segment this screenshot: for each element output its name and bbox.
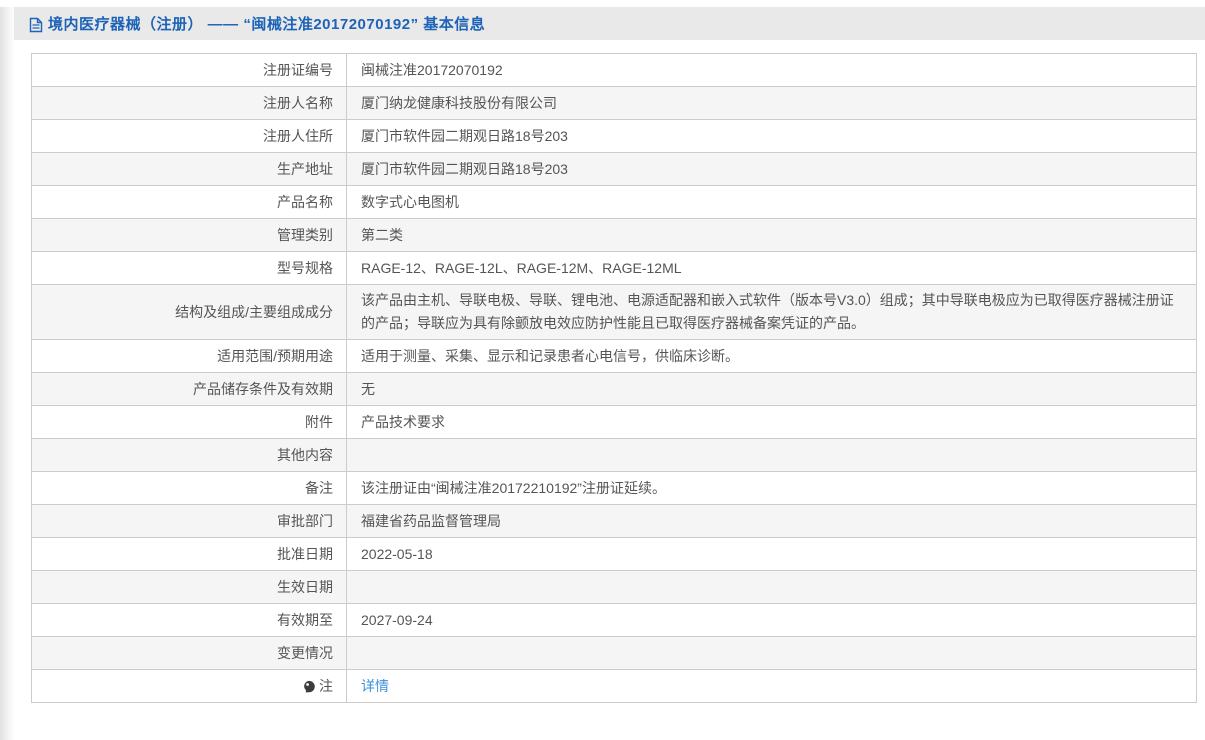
row-label-text: 适用范围/预期用途 [217,348,333,364]
row-label-text: 注 [319,678,333,694]
row-value: 厦门市软件园二期观日路18号203 [347,153,1197,186]
row-value: 无 [347,373,1197,406]
row-label-text: 注册证编号 [263,62,333,78]
row-label: 变更情况 [32,637,347,670]
row-label: 产品储存条件及有效期 [32,373,347,406]
row-label: 型号规格 [32,252,347,285]
row-label: 适用范围/预期用途 [32,340,347,373]
row-label-text: 变更情况 [277,645,333,661]
header-bar: 境内医疗器械（注册） —— “闽械注准20172070192” 基本信息 [14,7,1205,40]
table-row: 变更情况 [32,637,1197,670]
row-value: 2027-09-24 [347,604,1197,637]
row-label: 注册人名称 [32,87,347,120]
row-value [347,637,1197,670]
row-label-text: 产品名称 [277,194,333,210]
table-row: 适用范围/预期用途 适用于测量、采集、显示和记录患者心电信号，供临床诊断。 [32,340,1197,373]
row-value [347,571,1197,604]
info-table-body: 注册证编号 闽械注准20172070192 注册人名称 厦门纳龙健康科技股份有限… [32,54,1197,703]
row-label: 生效日期 [32,571,347,604]
row-label: 附件 [32,406,347,439]
row-label: 有效期至 [32,604,347,637]
table-row: 附件 产品技术要求 [32,406,1197,439]
row-label-text: 其他内容 [277,447,333,463]
row-label: 产品名称 [32,186,347,219]
row-value: 第二类 [347,219,1197,252]
table-row: 生产地址 厦门市软件园二期观日路18号203 [32,153,1197,186]
table-row: 注册人名称 厦门纳龙健康科技股份有限公司 [32,87,1197,120]
row-label: 注册证编号 [32,54,347,87]
row-value: 厦门纳龙健康科技股份有限公司 [347,87,1197,120]
page: 境内医疗器械（注册） —— “闽械注准20172070192” 基本信息 注册证… [14,7,1205,740]
table-row: 产品储存条件及有效期 无 [32,373,1197,406]
row-label: 其他内容 [32,439,347,472]
row-value: 福建省药品监督管理局 [347,505,1197,538]
row-label-text: 注册人住所 [263,128,333,144]
page-left-gutter [0,7,14,740]
row-value: 该产品由主机、导联电极、导联、锂电池、电源适配器和嵌入式软件（版本号V3.0）组… [347,285,1197,340]
page-title: 境内医疗器械（注册） —— “闽械注准20172070192” 基本信息 [48,13,485,34]
table-row: 有效期至 2027-09-24 [32,604,1197,637]
row-label: 生产地址 [32,153,347,186]
table-row: 管理类别 第二类 [32,219,1197,252]
note-icon [303,680,316,696]
table-wrap: 注册证编号 闽械注准20172070192 注册人名称 厦门纳龙健康科技股份有限… [31,53,1197,703]
row-label-text: 生效日期 [277,579,333,595]
detail-link[interactable]: 详情 [361,678,389,694]
table-row: 审批部门 福建省药品监督管理局 [32,505,1197,538]
row-label: 审批部门 [32,505,347,538]
row-label: 注册人住所 [32,120,347,153]
row-label-text: 结构及组成/主要组成成分 [175,304,333,320]
row-label: 备注 [32,472,347,505]
row-label-text: 生产地址 [277,161,333,177]
row-label-text: 产品储存条件及有效期 [193,381,333,397]
row-value: 厦门市软件园二期观日路18号203 [347,120,1197,153]
row-label-text: 管理类别 [277,227,333,243]
row-value: 适用于测量、采集、显示和记录患者心电信号，供临床诊断。 [347,340,1197,373]
table-row: 产品名称 数字式心电图机 [32,186,1197,219]
row-label-text: 注册人名称 [263,95,333,111]
row-label: 结构及组成/主要组成成分 [32,285,347,340]
row-label-text: 审批部门 [277,513,333,529]
row-value: 详情 [347,670,1197,703]
info-table: 注册证编号 闽械注准20172070192 注册人名称 厦门纳龙健康科技股份有限… [31,53,1197,703]
table-row: 其他内容 [32,439,1197,472]
table-row: 注册人住所 厦门市软件园二期观日路18号203 [32,120,1197,153]
table-row: 备注 该注册证由“闽械注准20172210192”注册证延续。 [32,472,1197,505]
table-row: 结构及组成/主要组成成分 该产品由主机、导联电极、导联、锂电池、电源适配器和嵌入… [32,285,1197,340]
table-row: 注 详情 [32,670,1197,703]
row-label-text: 备注 [305,480,333,496]
document-icon [29,17,43,33]
table-row: 注册证编号 闽械注准20172070192 [32,54,1197,87]
table-row: 生效日期 [32,571,1197,604]
row-label-text: 批准日期 [277,546,333,562]
row-label: 批准日期 [32,538,347,571]
row-label-text: 有效期至 [277,612,333,628]
row-label-text: 附件 [305,414,333,430]
row-label: 注 [32,670,347,703]
row-value [347,439,1197,472]
row-value: 该注册证由“闽械注准20172210192”注册证延续。 [347,472,1197,505]
row-value: 2022-05-18 [347,538,1197,571]
table-row: 批准日期 2022-05-18 [32,538,1197,571]
row-value: 闽械注准20172070192 [347,54,1197,87]
row-label-text: 型号规格 [277,260,333,276]
table-row: 型号规格 RAGE-12、RAGE-12L、RAGE-12M、RAGE-12ML [32,252,1197,285]
row-value: 数字式心电图机 [347,186,1197,219]
row-value: RAGE-12、RAGE-12L、RAGE-12M、RAGE-12ML [347,252,1197,285]
row-value: 产品技术要求 [347,406,1197,439]
row-label: 管理类别 [32,219,347,252]
